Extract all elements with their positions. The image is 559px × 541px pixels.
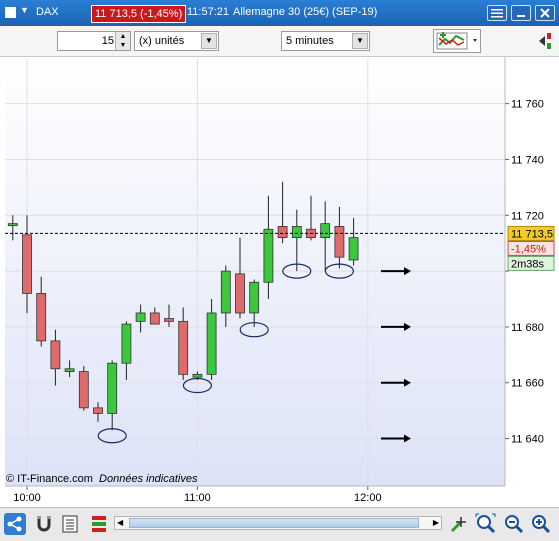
x-tick-label: 10:00 [13, 492, 41, 504]
price-badge: 11 713,5 (-1,45%) [91, 5, 187, 23]
candle-up[interactable] [291, 226, 302, 239]
y-tick-label: 11 640 [511, 434, 544, 446]
y-tick-label: 11 760 [511, 99, 544, 111]
candle-down[interactable] [22, 234, 32, 294]
stepper-arrows[interactable]: ▲ ▼ [115, 32, 130, 50]
candle-up[interactable] [64, 368, 75, 372]
candle-up[interactable] [263, 228, 274, 283]
y-tick-label: 11 680 [511, 322, 544, 334]
candle-up[interactable] [320, 223, 331, 239]
scroll-left-icon[interactable]: ◀ [117, 518, 123, 527]
bottom-toolbar: ◀ ▶ [0, 507, 559, 541]
menu-icon [491, 9, 503, 18]
zoom-fit-icon[interactable] [475, 513, 497, 538]
chevron-down-icon[interactable]: ▼ [352, 33, 368, 49]
close-icon [540, 8, 550, 18]
share-icon[interactable] [4, 513, 26, 535]
candle-down[interactable] [235, 273, 245, 314]
indicative-data-note: Données indicatives [99, 473, 198, 485]
candle-up[interactable] [206, 312, 217, 375]
candle-up[interactable] [348, 237, 359, 261]
y-tick-label: 11 660 [511, 378, 544, 390]
candle-down[interactable] [334, 226, 345, 258]
orders-icon[interactable] [90, 514, 110, 537]
copyright-text: © IT-Finance.com [6, 473, 93, 485]
candle-down[interactable] [277, 226, 288, 239]
candle-down[interactable] [36, 293, 47, 342]
candle-up[interactable] [220, 270, 231, 314]
instrument-label: Allemagne 30 (25€) (SEP-19) [233, 6, 378, 18]
symbol-label: DAX [36, 6, 59, 18]
chart-canvas[interactable]: 11 640 11 660 11 680 11 720 11 740 11 760 10:0… [0, 57, 559, 507]
chart-toolbar: 15 ▲ ▼ (x) unités ▼ 5 minutes ▼ [0, 26, 559, 57]
candle-down[interactable] [78, 371, 89, 409]
units-select-value: (x) unités [139, 35, 185, 47]
units-select[interactable]: (x) unités ▼ [134, 31, 219, 51]
menu-button[interactable] [487, 5, 507, 21]
candle-up[interactable] [121, 323, 132, 364]
zoom-in-icon[interactable] [530, 513, 552, 538]
candle-down[interactable] [178, 320, 189, 375]
timeframe-select[interactable]: 5 minutes ▼ [281, 31, 370, 51]
chevron-down-icon[interactable]: ▼ [20, 5, 29, 15]
change-label: -1,45% [511, 243, 546, 255]
list-icon[interactable] [62, 514, 80, 537]
close-button[interactable] [535, 5, 555, 21]
chevron-down-icon[interactable]: ▼ [201, 33, 217, 49]
copyright-note: © IT-Finance.com Données indicatives [6, 473, 197, 485]
current-price-label: 11 713,5 [511, 228, 553, 240]
minimize-button[interactable] [511, 5, 531, 21]
candle-up[interactable] [135, 312, 146, 322]
title-bar: ▼ DAX 11 713,5 (-1,45%) 11:57:21 Allemag… [0, 0, 559, 26]
magnet-icon[interactable] [34, 514, 54, 537]
y-tick-label: 11 720 [511, 210, 544, 222]
crosshair-icon[interactable] [449, 514, 469, 537]
quantity-stepper[interactable]: 15 ▲ ▼ [57, 31, 131, 51]
candle-up[interactable] [192, 373, 203, 378]
candle-down[interactable] [93, 407, 103, 414]
timeframe-select-value: 5 minutes [286, 35, 334, 47]
minimize-icon [517, 15, 525, 17]
candle-down[interactable] [50, 340, 61, 370]
time-label: 11:57:21 [187, 6, 230, 18]
chart-scrollbar[interactable]: ◀ ▶ [114, 516, 442, 530]
x-tick-label: 11:00 [184, 492, 211, 504]
candle-down[interactable] [149, 312, 160, 325]
checkbox-icon[interactable] [5, 7, 16, 18]
countdown-label: 2m38s [511, 258, 545, 270]
zoom-out-icon[interactable] [503, 513, 525, 538]
candle-up[interactable] [249, 281, 260, 314]
indicators-button[interactable] [433, 29, 481, 53]
candle-up[interactable] [107, 362, 118, 414]
candle-down[interactable] [164, 318, 174, 322]
price-chart[interactable]: 11 640 11 660 11 680 11 720 11 740 11 760 10:0… [0, 57, 559, 507]
candle-up[interactable] [7, 223, 18, 227]
indicators-icon [436, 32, 477, 50]
scrollbar-thumb[interactable] [129, 518, 419, 528]
x-tick-label: 12:00 [354, 492, 382, 504]
quantity-value: 15 [101, 35, 114, 47]
scroll-right-icon[interactable]: ▶ [433, 518, 439, 527]
y-tick-label: 11 740 [511, 154, 544, 166]
sidebar-toggle-icon[interactable] [536, 30, 556, 55]
